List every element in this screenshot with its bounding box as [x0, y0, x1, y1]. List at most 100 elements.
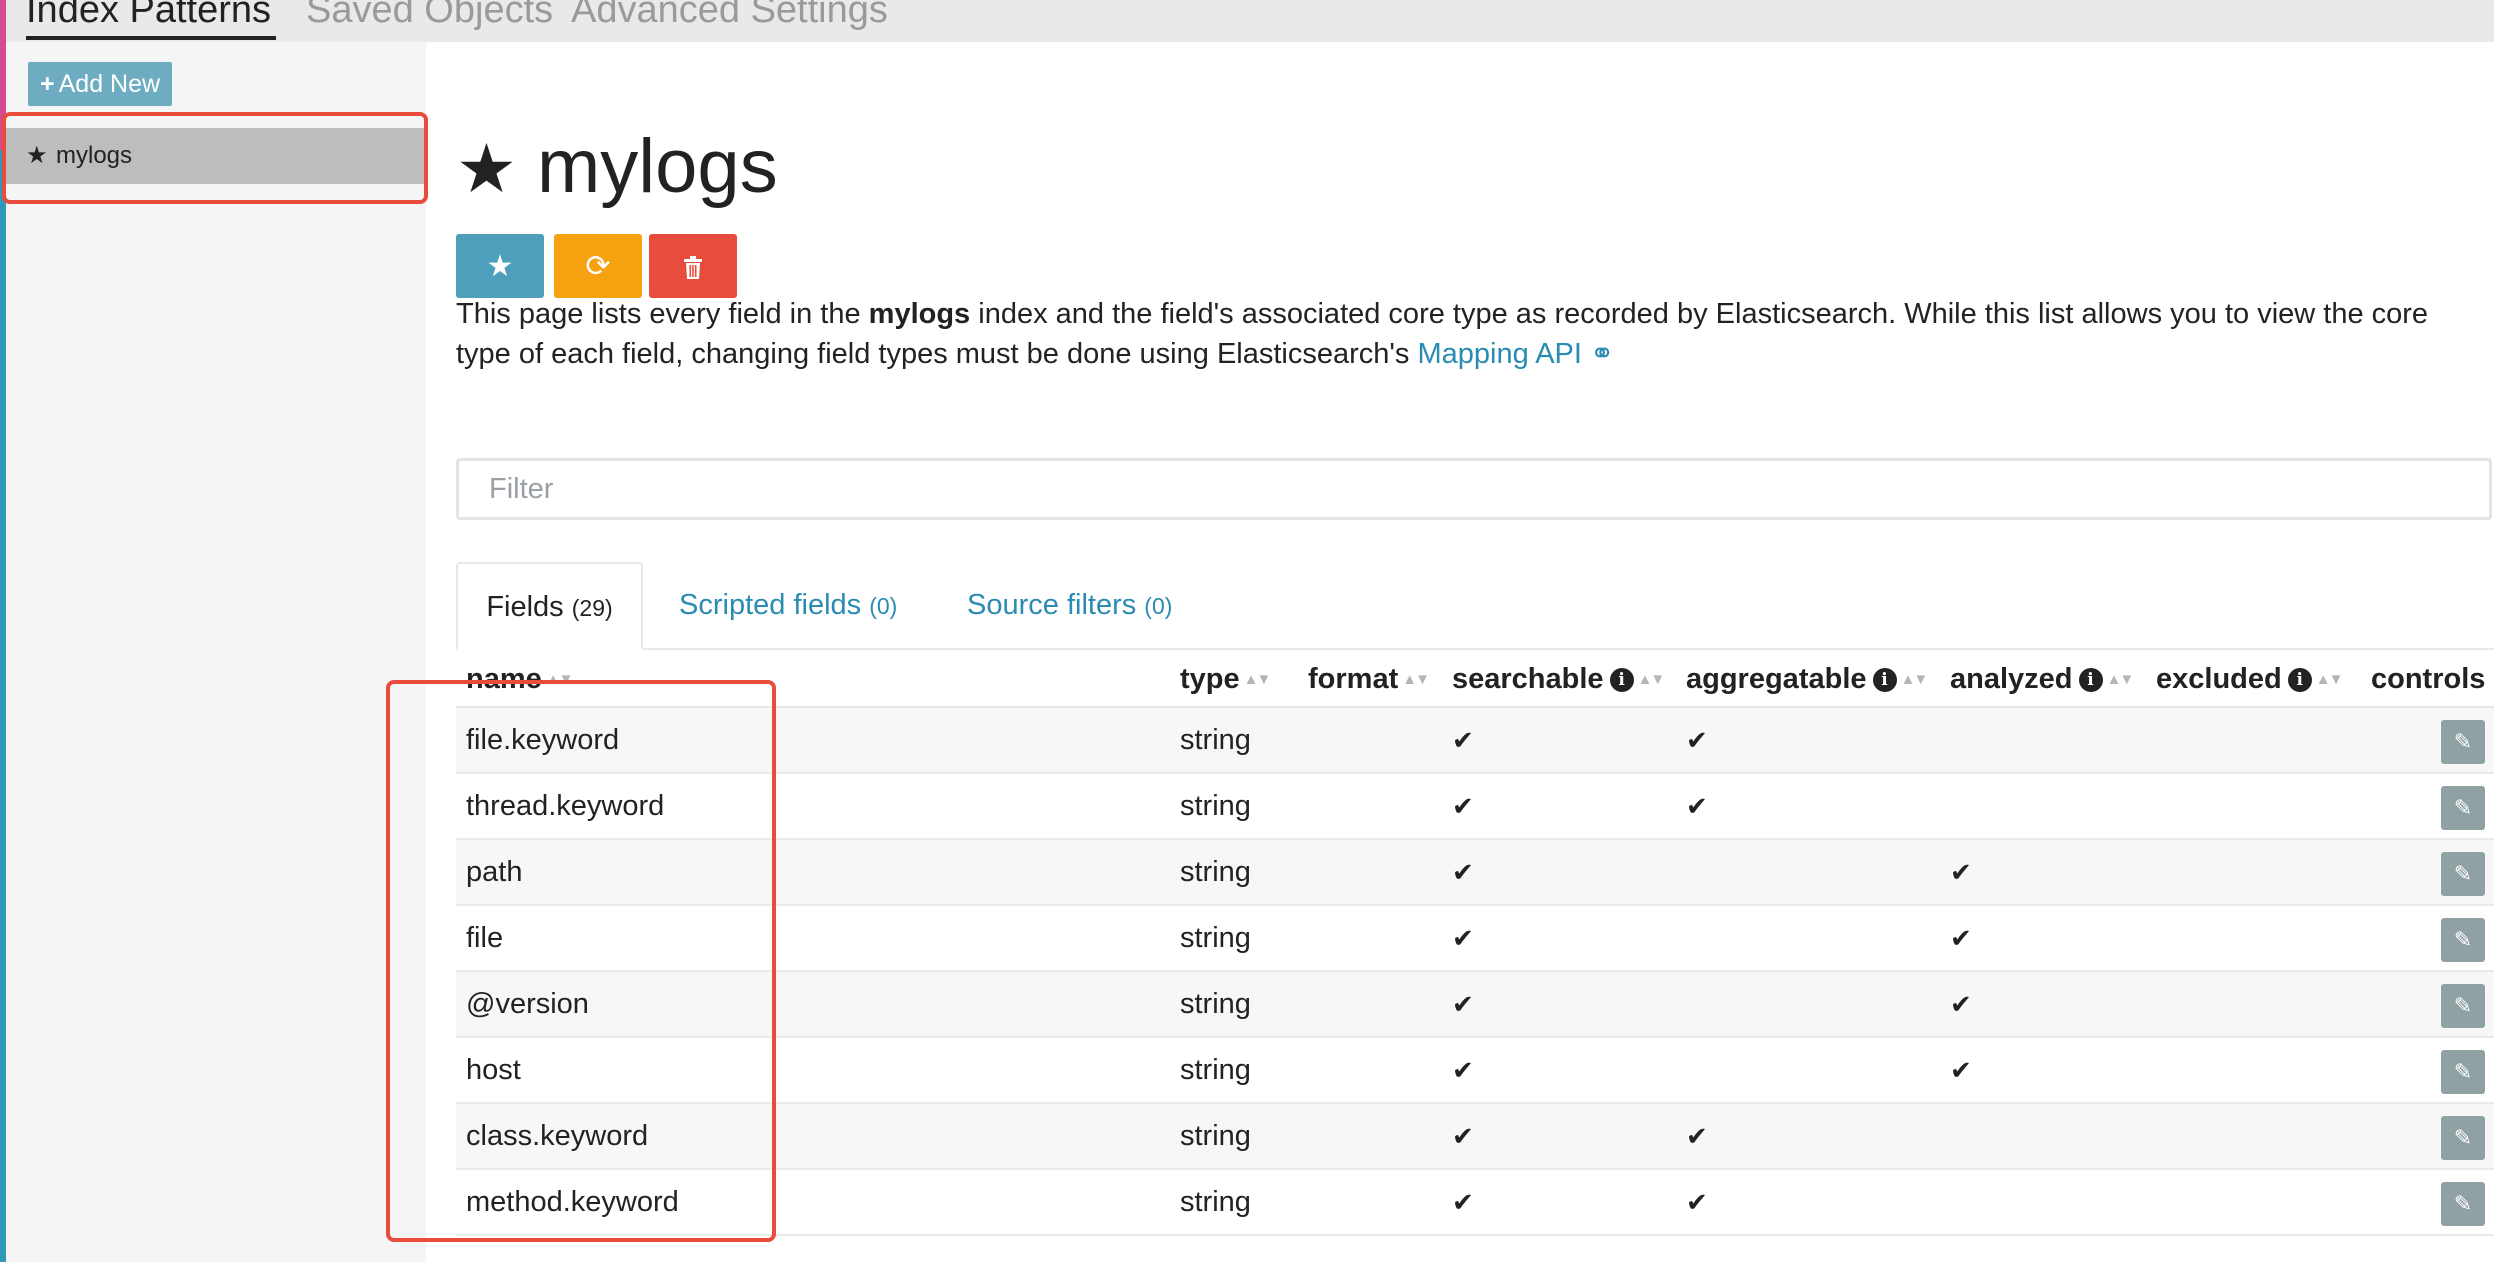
edit-field-button[interactable]: ✎	[2441, 918, 2485, 962]
edit-field-button[interactable]: ✎	[2441, 1050, 2485, 1094]
sort-icon: ▲▼	[1243, 671, 1272, 689]
set-default-button[interactable]: ★	[456, 234, 544, 298]
edit-field-button[interactable]: ✎	[2441, 1182, 2485, 1226]
field-type: string	[1180, 790, 1251, 822]
searchable-check-icon: ✔	[1452, 1121, 1474, 1151]
pencil-icon: ✎	[2453, 927, 2473, 952]
pencil-icon: ✎	[2453, 729, 2473, 754]
searchable-check-icon: ✔	[1452, 1055, 1474, 1085]
header-label: analyzed	[1950, 663, 2073, 695]
delete-index-button[interactable]	[649, 234, 737, 298]
highlight-box-names	[386, 680, 776, 1242]
edit-field-button[interactable]: ✎	[2441, 786, 2485, 830]
star-icon: ★	[456, 131, 517, 207]
link-icon: ⚭	[1581, 338, 1615, 370]
tab-saved-objects[interactable]: Saved Objects	[306, 0, 553, 36]
analyzed-check-icon: ✔	[1950, 989, 1972, 1019]
searchable-check-icon: ✔	[1452, 1187, 1474, 1217]
add-new-label: Add New	[58, 70, 161, 98]
pencil-icon: ✎	[2453, 1059, 2473, 1084]
field-type: string	[1180, 1120, 1251, 1152]
tab-fields-label: Fields	[486, 591, 564, 623]
mapping-api-link[interactable]: Mapping API	[1418, 338, 1582, 370]
tab-source-count: (0)	[1144, 593, 1173, 619]
tab-index-patterns[interactable]: Index Patterns	[26, 0, 271, 36]
add-new-button[interactable]: + Add New	[28, 62, 173, 106]
aggregatable-check-icon: ✔	[1686, 1187, 1708, 1217]
info-icon[interactable]: i	[1872, 668, 1897, 693]
tab-scripted-label: Scripted fields	[679, 589, 862, 621]
header-label: controls	[2371, 663, 2486, 695]
page-title: ★ mylogs	[456, 122, 778, 212]
header-label: type	[1180, 663, 1240, 695]
plus-icon: +	[40, 70, 55, 98]
edit-field-button[interactable]: ✎	[2441, 852, 2485, 896]
column-header-type[interactable]: type ▲▼	[1180, 652, 1272, 707]
aggregatable-check-icon: ✔	[1686, 1121, 1708, 1151]
refresh-fields-button[interactable]: ⟳	[554, 234, 642, 298]
sort-icon: ▲▼	[1637, 671, 1666, 689]
sort-icon: ▲▼	[2106, 671, 2135, 689]
sort-icon: ▲▼	[2315, 671, 2344, 689]
pencil-icon: ✎	[2453, 1191, 2473, 1216]
header-label: excluded	[2156, 663, 2282, 695]
index-title: mylogs	[536, 124, 778, 209]
analyzed-check-icon: ✔	[1950, 923, 1972, 953]
field-type: string	[1180, 988, 1251, 1020]
filter-input[interactable]	[456, 458, 2492, 520]
tab-advanced-settings[interactable]: Advanced Settings	[571, 0, 888, 36]
page-description: This page lists every field in the mylog…	[456, 294, 2476, 374]
field-type: string	[1180, 1054, 1251, 1086]
field-type: string	[1180, 1186, 1251, 1218]
column-header-analyzed[interactable]: analyzed i ▲▼	[1950, 652, 2135, 707]
description-index-name: mylogs	[868, 298, 971, 330]
star-icon: ★	[486, 250, 514, 283]
column-header-controls: controls	[2371, 652, 2485, 706]
header-label: format	[1308, 663, 1399, 695]
edit-field-button[interactable]: ✎	[2441, 1116, 2485, 1160]
tab-source-filters[interactable]: Source filters (0)	[967, 562, 1172, 648]
active-tab-underline	[26, 36, 276, 40]
searchable-check-icon: ✔	[1452, 857, 1474, 887]
header-label: aggregatable	[1686, 663, 1867, 695]
tab-scripted-fields[interactable]: Scripted fields (0)	[679, 562, 897, 648]
searchable-check-icon: ✔	[1452, 791, 1474, 821]
sort-icon: ▲▼	[1900, 671, 1929, 689]
column-header-excluded[interactable]: excluded i ▲▼	[2156, 652, 2344, 707]
top-tab-bar: Index Patterns Saved Objects Advanced Se…	[6, 0, 2494, 42]
refresh-icon: ⟳	[585, 250, 611, 283]
info-icon[interactable]: i	[1609, 668, 1634, 693]
pencil-icon: ✎	[2453, 861, 2473, 886]
field-type: string	[1180, 724, 1251, 756]
pencil-icon: ✎	[2453, 993, 2473, 1018]
highlight-box-sidebar	[2, 112, 428, 204]
tab-scripted-count: (0)	[869, 593, 898, 619]
field-type: string	[1180, 922, 1251, 954]
edit-field-button[interactable]: ✎	[2441, 720, 2485, 764]
info-icon[interactable]: i	[2078, 668, 2103, 693]
column-header-aggregatable[interactable]: aggregatable i ▲▼	[1686, 652, 1929, 707]
searchable-check-icon: ✔	[1452, 923, 1474, 953]
field-type: string	[1180, 856, 1251, 888]
description-text: This page lists every field in the	[456, 298, 869, 330]
searchable-check-icon: ✔	[1452, 725, 1474, 755]
tab-source-label: Source filters	[967, 589, 1137, 621]
analyzed-check-icon: ✔	[1950, 857, 1972, 887]
tab-fields[interactable]: Fields (29)	[456, 562, 643, 650]
pencil-icon: ✎	[2453, 1125, 2473, 1150]
analyzed-check-icon: ✔	[1950, 1055, 1972, 1085]
sidebar: + Add New ★ mylogs	[6, 42, 426, 1262]
tab-fields-count: (29)	[571, 595, 613, 621]
field-tabs: Fields (29) Scripted fields (0) Source f…	[456, 562, 2494, 650]
aggregatable-check-icon: ✔	[1686, 725, 1708, 755]
info-icon[interactable]: i	[2287, 668, 2312, 693]
pencil-icon: ✎	[2453, 795, 2473, 820]
column-header-format[interactable]: format ▲▼	[1308, 652, 1430, 707]
aggregatable-check-icon: ✔	[1686, 791, 1708, 821]
header-label: searchable	[1452, 663, 1604, 695]
trash-icon	[684, 256, 702, 280]
sort-icon: ▲▼	[1402, 671, 1430, 689]
column-header-searchable[interactable]: searchable i ▲▼	[1452, 652, 1666, 707]
searchable-check-icon: ✔	[1452, 989, 1474, 1019]
edit-field-button[interactable]: ✎	[2441, 984, 2485, 1028]
